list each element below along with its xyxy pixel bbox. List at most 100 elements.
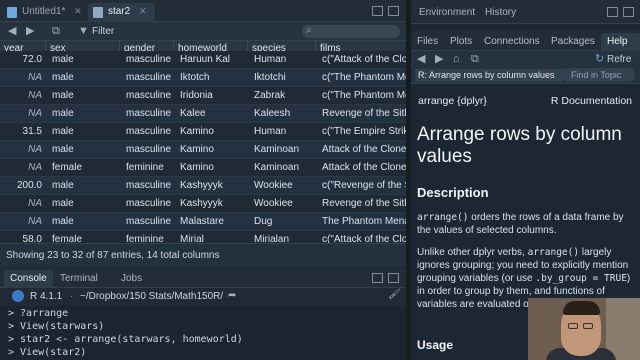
minimize-icon[interactable] bbox=[372, 6, 383, 16]
back-arrow-icon[interactable]: ◀ bbox=[417, 53, 425, 65]
refresh-label[interactable]: Refre bbox=[607, 54, 631, 65]
tab-help[interactable]: Help bbox=[601, 33, 640, 51]
tab-label: Files bbox=[417, 36, 439, 47]
description-heading: Description bbox=[417, 185, 489, 200]
table-cell-homeworld: Kamino bbox=[180, 144, 214, 155]
tab-label: History bbox=[485, 7, 517, 18]
tab-terminal[interactable]: Terminal bbox=[54, 270, 104, 288]
topic-select-value: R: Arrange rows by column values bbox=[418, 70, 555, 80]
table-cell-gender: masculine bbox=[126, 72, 172, 83]
tab-untitled1[interactable]: Untitled1* ✕ bbox=[2, 3, 90, 22]
popout-icon[interactable]: ⧉ bbox=[471, 53, 479, 65]
tab-star2[interactable]: star2 ✕ bbox=[88, 3, 155, 22]
r-script-icon bbox=[7, 7, 17, 18]
table-cell-year: NA bbox=[28, 198, 42, 209]
table-row[interactable]: NA male masculine Malastare Dug The Phantom M… bbox=[0, 213, 406, 231]
table-row[interactable]: NA male masculine Kashyyyk Wookiee Revenge of… bbox=[0, 195, 406, 213]
maximize-icon[interactable] bbox=[623, 7, 634, 17]
table-cell-species: Mirialan bbox=[254, 234, 290, 243]
tab-jobs[interactable]: Jobs bbox=[115, 270, 148, 288]
code-span: arrange() bbox=[417, 212, 469, 223]
table-row[interactable]: NA male masculine Iridonia Zabrak c("The Phan… bbox=[0, 87, 406, 105]
table-cell-homeworld: Kashyyyk bbox=[180, 198, 223, 209]
search-input[interactable]: ⌕ bbox=[302, 25, 400, 38]
close-icon[interactable]: ✕ bbox=[139, 6, 147, 16]
console-output[interactable]: > ?arrange > View(starwars) > star2 <- a… bbox=[0, 306, 406, 360]
table-cell-species: Human bbox=[254, 54, 287, 65]
tab-console[interactable]: Console bbox=[4, 270, 53, 288]
table-cell-gender: feminine bbox=[126, 234, 164, 243]
tab-packages[interactable]: Packages bbox=[545, 33, 601, 51]
table-cell-homeworld: Iktotch bbox=[180, 72, 210, 83]
table-row[interactable]: NA male masculine Iktotch Iktotchi c("The Pha… bbox=[0, 69, 406, 87]
tab-label: Help bbox=[607, 36, 628, 47]
tab-label: Untitled1* bbox=[22, 6, 66, 17]
tab-label: Environment bbox=[419, 7, 476, 18]
table-cell-homeworld: Kashyyyk bbox=[180, 180, 223, 191]
minimize-icon[interactable] bbox=[372, 273, 383, 283]
table-cell-species: Iktotchi bbox=[254, 72, 286, 83]
table-row[interactable]: NA male masculine Kalee Kaleesh Revenge of th… bbox=[0, 105, 406, 123]
doc-package-label: arrange {dplyr} bbox=[418, 95, 487, 107]
working-directory[interactable]: ~/Dropbox/150 Stats/Math150R/ bbox=[80, 291, 223, 302]
forward-arrow-icon[interactable]: ▶ bbox=[26, 25, 34, 37]
table-cell-sex: female bbox=[52, 162, 83, 173]
find-in-topic-input[interactable]: Find in Topic bbox=[561, 68, 635, 82]
back-arrow-icon[interactable]: ◀ bbox=[8, 25, 16, 37]
table-cell-homeworld: Haruun Kal bbox=[180, 54, 231, 65]
environment-tab-bar: Environment History bbox=[411, 0, 640, 24]
clear-console-icon[interactable]: 🖌 bbox=[388, 289, 401, 300]
home-icon[interactable]: ⌂ bbox=[453, 53, 460, 65]
console-line: > star2 <- arrange(starwars, homeworld) bbox=[8, 334, 243, 345]
table-cell-films: c("The Empire Strik bbox=[322, 126, 406, 137]
tab-files[interactable]: Files bbox=[411, 33, 444, 51]
help-topic-bar: R: Arrange rows by column values ⌄ Find … bbox=[411, 67, 640, 84]
description-paragraph-1: arrange() orders the rows of a data fram… bbox=[417, 211, 635, 237]
minimize-icon[interactable] bbox=[607, 7, 618, 17]
popout-icon[interactable]: ⧉ bbox=[52, 25, 60, 37]
close-icon[interactable]: ✕ bbox=[74, 6, 82, 16]
table-cell-sex: male bbox=[52, 90, 74, 101]
entries-status-text: Showing 23 to 32 of 87 entries, 14 total… bbox=[6, 250, 220, 261]
table-cell-species: Kaminoan bbox=[254, 162, 300, 173]
table-cell-sex: male bbox=[52, 216, 74, 227]
tab-label: Console bbox=[10, 273, 47, 284]
table-cell-films: Attack of the Clone bbox=[322, 162, 406, 173]
tab-environment[interactable]: Environment bbox=[413, 5, 481, 22]
tab-label: Connections bbox=[484, 36, 540, 47]
table-row[interactable]: NA male masculine Kamino Kaminoan Attack of t… bbox=[0, 141, 406, 159]
table-cell-species: Kaminoan bbox=[254, 144, 300, 155]
table-cell-sex: female bbox=[52, 234, 83, 243]
maximize-icon[interactable] bbox=[388, 6, 399, 16]
goto-directory-icon[interactable]: ➦ bbox=[228, 290, 236, 301]
tab-plots[interactable]: Plots bbox=[444, 33, 478, 51]
table-cell-gender: masculine bbox=[126, 144, 172, 155]
tab-connections[interactable]: Connections bbox=[478, 33, 546, 51]
table-cell-gender: masculine bbox=[126, 180, 172, 191]
search-icon: ⌕ bbox=[306, 25, 312, 36]
table-row[interactable]: 200.0 male masculine Kashyyyk Wookiee c("Reve… bbox=[0, 177, 406, 195]
filter-button[interactable]: Filter bbox=[92, 26, 114, 37]
table-cell-year: NA bbox=[28, 72, 42, 83]
table-cell-gender: masculine bbox=[126, 216, 172, 227]
maximize-icon[interactable] bbox=[388, 273, 399, 283]
refresh-icon[interactable]: ↻ bbox=[595, 53, 604, 65]
table-cell-species: Dug bbox=[254, 216, 273, 227]
files-tab-bar: Files Plots Connections Packages Help bbox=[411, 31, 640, 51]
filter-icon[interactable]: ▼ bbox=[78, 25, 89, 37]
table-icon bbox=[93, 7, 103, 18]
tab-label: Packages bbox=[551, 36, 595, 47]
table-cell-year: NA bbox=[28, 90, 42, 101]
tab-label: Terminal bbox=[60, 273, 98, 284]
table-row[interactable]: 31.5 male masculine Kamino Human c("The Empir… bbox=[0, 123, 406, 141]
table-cell-films: Revenge of the Sith bbox=[322, 198, 406, 209]
table-row[interactable]: 72.0 male masculine Haruun Kal Human c("Attac… bbox=[0, 51, 406, 69]
help-nav-toolbar: ◀ ▶ ⌂ ⧉ ↻ Refre bbox=[411, 51, 640, 67]
separator: · bbox=[70, 291, 74, 302]
table-row[interactable]: 58.0 female feminine Mirial Mirialan c("Attac… bbox=[0, 231, 406, 243]
console-tab-bar: Console Terminal Jobs bbox=[0, 268, 406, 288]
topic-select[interactable]: R: Arrange rows by column values ⌄ bbox=[415, 69, 563, 82]
tab-history[interactable]: History bbox=[479, 5, 522, 22]
table-row[interactable]: NA female feminine Kamino Kaminoan Attack of … bbox=[0, 159, 406, 177]
forward-arrow-icon[interactable]: ▶ bbox=[435, 53, 443, 65]
